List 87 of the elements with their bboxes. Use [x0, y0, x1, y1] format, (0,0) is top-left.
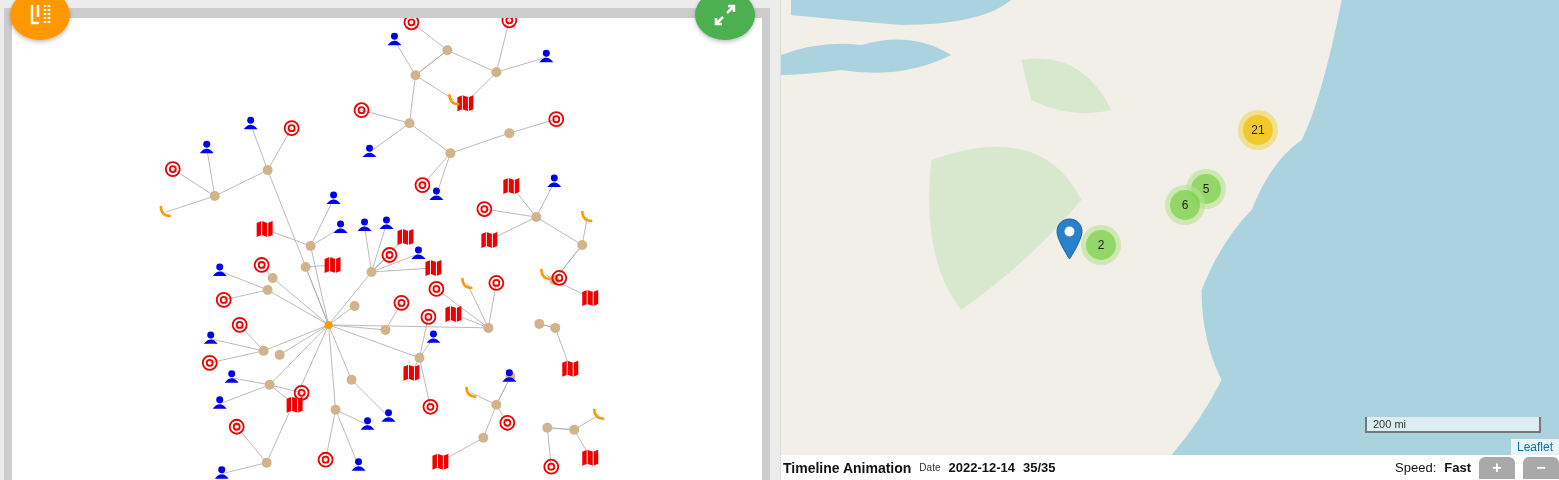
graph-node — [262, 284, 273, 295]
scale-bar: 200 mi — [1365, 417, 1541, 433]
person-icon — [212, 263, 227, 276]
graph-node — [410, 70, 421, 81]
graph-node — [404, 118, 415, 129]
phone-icon — [448, 94, 460, 106]
graph-node — [569, 424, 580, 435]
person-icon — [214, 466, 229, 479]
person-icon — [379, 216, 394, 230]
attribution-link[interactable]: Leaflet — [1510, 439, 1559, 455]
person-icon — [243, 116, 258, 130]
graph-node — [442, 45, 453, 56]
person-icon — [333, 220, 348, 233]
person-icon — [362, 144, 377, 158]
map-icon — [445, 305, 462, 323]
map-icon — [432, 453, 449, 471]
timeline-title: Timeline Animation — [783, 459, 912, 476]
person-icon — [547, 174, 562, 188]
map-icon — [286, 396, 303, 414]
map-icon — [256, 220, 273, 238]
graph-node — [491, 67, 502, 78]
map-pin-icon — [1056, 218, 1083, 260]
map-icon — [481, 231, 498, 249]
graph-node — [577, 240, 588, 250]
graph-node — [414, 352, 425, 363]
person-icon — [411, 246, 426, 259]
graph-node — [346, 374, 357, 385]
person-icon — [357, 218, 372, 231]
phone-icon — [159, 205, 171, 218]
date-value: 2022-12-14 — [948, 460, 1015, 475]
map-icon — [324, 256, 341, 274]
map-icon — [397, 228, 414, 246]
graph-node — [262, 165, 273, 176]
person-icon — [199, 140, 214, 154]
graph-node — [445, 148, 456, 159]
person-icon — [539, 49, 554, 63]
map-icon — [582, 289, 599, 307]
phone-icon — [592, 408, 605, 420]
map-icon — [425, 259, 442, 277]
graph-node — [264, 379, 275, 390]
person-icon — [224, 370, 239, 383]
graph-node — [483, 322, 494, 333]
map-icon — [503, 177, 520, 195]
graph-node — [491, 399, 502, 410]
progress-count: 35/35 — [1023, 460, 1056, 475]
phone-icon — [581, 210, 593, 223]
graph-node — [478, 432, 489, 443]
graph-node — [300, 262, 311, 272]
map-cluster-marker[interactable]: 21 — [1238, 110, 1278, 150]
person-icon — [203, 331, 218, 344]
map-cluster-marker[interactable]: 2 — [1081, 225, 1121, 265]
person-icon — [351, 458, 366, 471]
person-icon — [326, 191, 341, 205]
graph-node — [330, 404, 341, 415]
graph-node — [504, 128, 515, 139]
map-icon — [457, 94, 474, 112]
map-icon — [403, 364, 420, 382]
graph-center-node — [324, 320, 333, 329]
person-icon — [426, 330, 441, 343]
graph-node — [209, 191, 220, 202]
graph-node — [550, 322, 561, 333]
graph-node — [380, 324, 391, 335]
phone-icon — [540, 268, 552, 281]
person-icon — [387, 32, 402, 46]
person-icon — [381, 409, 396, 422]
graph-node — [267, 272, 278, 283]
speed-label: Speed: — [1395, 460, 1437, 475]
person-icon — [429, 187, 444, 201]
date-label: Date — [919, 462, 941, 473]
graph-node — [531, 212, 542, 223]
graph-node — [534, 318, 545, 329]
graph-node — [349, 300, 360, 311]
phone-icon — [461, 277, 473, 290]
graph-node — [258, 345, 269, 356]
graph-node — [305, 241, 316, 251]
phone-icon — [465, 386, 477, 399]
person-icon — [360, 417, 375, 430]
person-icon — [212, 396, 227, 409]
expand-icon — [712, 2, 738, 28]
graph-node — [366, 267, 377, 277]
graph-node — [274, 349, 285, 360]
graph-node — [542, 422, 553, 433]
map-icon — [582, 449, 599, 467]
graph-node — [549, 274, 560, 285]
graph-node — [261, 457, 272, 468]
map-icon — [562, 360, 579, 378]
speed-value[interactable]: Fast — [1444, 460, 1471, 475]
